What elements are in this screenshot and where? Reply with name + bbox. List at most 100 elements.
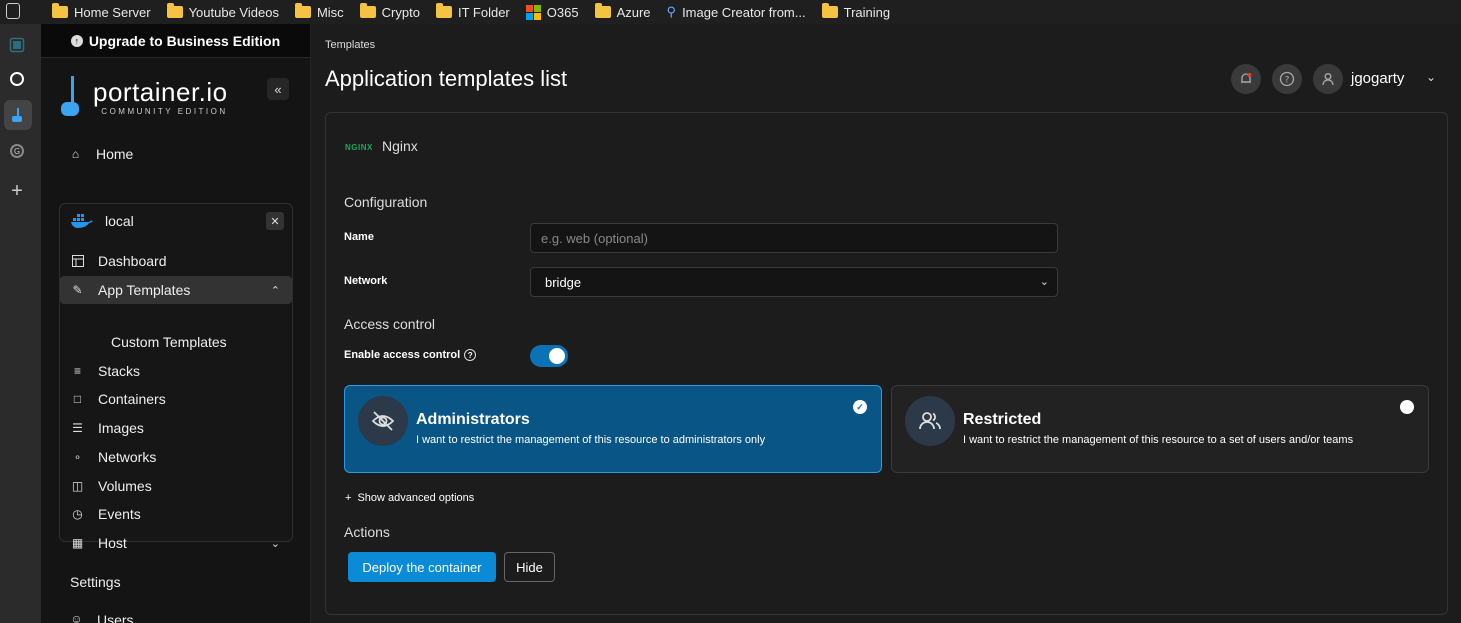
workspace-icon[interactable] <box>4 32 30 58</box>
svg-text:G: G <box>14 147 20 156</box>
folder-icon <box>166 3 183 18</box>
sidebar-item-networks[interactable]: ∘ Networks <box>60 443 292 471</box>
folder-icon <box>435 3 452 18</box>
bookmarks-bar: Home Server Youtube Videos Misc Crypto I… <box>0 0 1461 24</box>
close-environment-button[interactable]: ✕ <box>266 212 284 230</box>
sidebar-item-images[interactable]: ☰ Images <box>60 414 292 442</box>
help-icon[interactable]: ? <box>464 349 477 361</box>
access-control-heading: Access control <box>344 316 436 332</box>
bookmark-training[interactable]: Training <box>821 3 890 20</box>
google-icon[interactable]: G <box>4 138 30 164</box>
svg-text:?: ? <box>1285 76 1290 86</box>
users-icon: ☺ <box>70 611 83 623</box>
name-input[interactable] <box>530 223 1058 253</box>
notifications-button[interactable] <box>1231 64 1261 94</box>
folder-icon <box>359 3 376 18</box>
network-select[interactable]: bridge ⌄ <box>530 267 1058 297</box>
user-avatar[interactable] <box>1313 64 1343 94</box>
option-administrators[interactable]: Administrators I want to restrict the ma… <box>344 385 882 473</box>
circle-app-icon[interactable] <box>4 66 30 92</box>
settings-heading: Settings <box>70 574 121 590</box>
chevron-down-icon[interactable]: ⌄ <box>1426 70 1436 84</box>
box-icon: □ <box>73 392 82 406</box>
folder-icon <box>821 3 838 18</box>
breadcrumb[interactable]: Templates <box>325 39 375 51</box>
users-icon <box>905 396 955 446</box>
nginx-logo: NGINX <box>345 143 373 152</box>
user-icon <box>1322 73 1334 86</box>
bookmark-crypto[interactable]: Crypto <box>359 3 420 20</box>
eye-off-icon <box>358 396 408 446</box>
arrow-up-icon: ↑ <box>70 34 83 47</box>
add-icon[interactable]: + <box>4 178 30 204</box>
portainer-logo-icon <box>59 76 85 118</box>
logo-text: portainer.io <box>93 76 228 107</box>
folder-icon <box>594 3 611 18</box>
template-form-card: NGINX Nginx Configuration Name Network b… <box>325 112 1448 615</box>
bookmark-home-server[interactable]: Home Server <box>52 3 151 20</box>
browser-sidebar: G + <box>0 24 41 623</box>
bookmark-o365[interactable]: O365 <box>525 4 579 20</box>
bookmark-youtube-videos[interactable]: Youtube Videos <box>166 3 279 20</box>
sidebar-item-volumes[interactable]: ◫ Volumes <box>60 472 292 500</box>
option-title: Restricted <box>963 411 1042 428</box>
username[interactable]: jgogarty <box>1351 70 1404 87</box>
tab-actions-icon[interactable] <box>6 3 20 19</box>
portainer-logo[interactable]: portainer.io COMMUNITY EDITION <box>59 76 228 118</box>
logo-subtitle: COMMUNITY EDITION <box>101 106 228 116</box>
portainer-tab-icon[interactable] <box>4 100 32 130</box>
environment-panel: local ✕ Dashboard ✎ App Templates ⌃ Cust… <box>59 203 293 551</box>
docker-icon <box>71 214 93 228</box>
deploy-container-button[interactable]: Deploy the container <box>348 552 496 582</box>
bookmark-misc[interactable]: Misc <box>294 3 344 20</box>
page-title: Application templates list <box>325 66 568 91</box>
name-label: Name <box>344 231 374 243</box>
clock-icon: ◷ <box>72 507 83 521</box>
plus-icon: + <box>345 492 352 504</box>
database-icon: ◫ <box>71 479 84 493</box>
server-icon: ▦ <box>71 536 84 550</box>
help-button[interactable]: ? <box>1272 64 1302 94</box>
collapse-sidebar-button[interactable]: « <box>267 78 289 100</box>
show-advanced-options-link[interactable]: + Show advanced options <box>345 492 474 504</box>
option-title: Administrators <box>416 411 530 428</box>
radio-button[interactable] <box>1400 400 1414 414</box>
option-description: I want to restrict the management of thi… <box>416 434 766 446</box>
sidebar-item-app-templates[interactable]: ✎ App Templates ⌃ <box>60 276 292 304</box>
sidebar-item-users[interactable]: ☺ Users <box>70 611 133 623</box>
help-icon: ? <box>1279 71 1295 87</box>
sidebar-item-dashboard[interactable]: Dashboard <box>60 247 292 275</box>
layers-icon: ≡ <box>73 364 81 378</box>
environment-header[interactable]: local <box>71 213 134 229</box>
hide-button[interactable]: Hide <box>504 552 555 582</box>
home-icon: ⌂ <box>71 147 80 161</box>
bell-icon <box>1241 73 1252 83</box>
share-icon: ∘ <box>73 450 82 464</box>
microsoft-icon <box>525 4 541 20</box>
sidebar-item-stacks[interactable]: ≡ Stacks <box>60 357 292 385</box>
upgrade-button[interactable]: ↑ Upgrade to Business Edition <box>41 24 310 58</box>
actions-heading: Actions <box>344 524 390 540</box>
configuration-heading: Configuration <box>344 194 428 210</box>
portainer-sidebar: ↑ Upgrade to Business Edition portainer.… <box>41 24 311 623</box>
chevron-up-icon: ⌃ <box>270 284 280 297</box>
network-label: Network <box>344 275 388 287</box>
access-control-toggle[interactable] <box>530 345 568 367</box>
bookmark-azure[interactable]: Azure <box>594 3 651 20</box>
chevron-down-icon: ⌄ <box>270 537 280 550</box>
sidebar-item-events[interactable]: ◷ Events <box>60 500 292 528</box>
bookmark-it-folder[interactable]: IT Folder <box>435 3 510 20</box>
chevron-down-icon: ⌄ <box>1039 276 1049 288</box>
dashboard-icon <box>71 255 84 268</box>
sidebar-item-home[interactable]: ⌂ Home <box>69 146 133 162</box>
option-restricted[interactable]: Restricted I want to restrict the manage… <box>891 385 1429 473</box>
sidebar-item-custom-templates[interactable]: Custom Templates <box>111 334 227 350</box>
search-icon: ⚲ <box>666 4 677 19</box>
enable-access-label: Enable access control ? <box>344 349 477 361</box>
edit-icon: ✎ <box>72 283 83 297</box>
sidebar-item-containers[interactable]: □ Containers <box>60 385 292 413</box>
sidebar-item-host[interactable]: ▦ Host ⌄ <box>60 529 292 557</box>
option-description: I want to restrict the management of thi… <box>963 434 1354 446</box>
folder-icon <box>294 3 311 18</box>
bookmark-image-creator[interactable]: ⚲ Image Creator from... <box>667 4 806 20</box>
